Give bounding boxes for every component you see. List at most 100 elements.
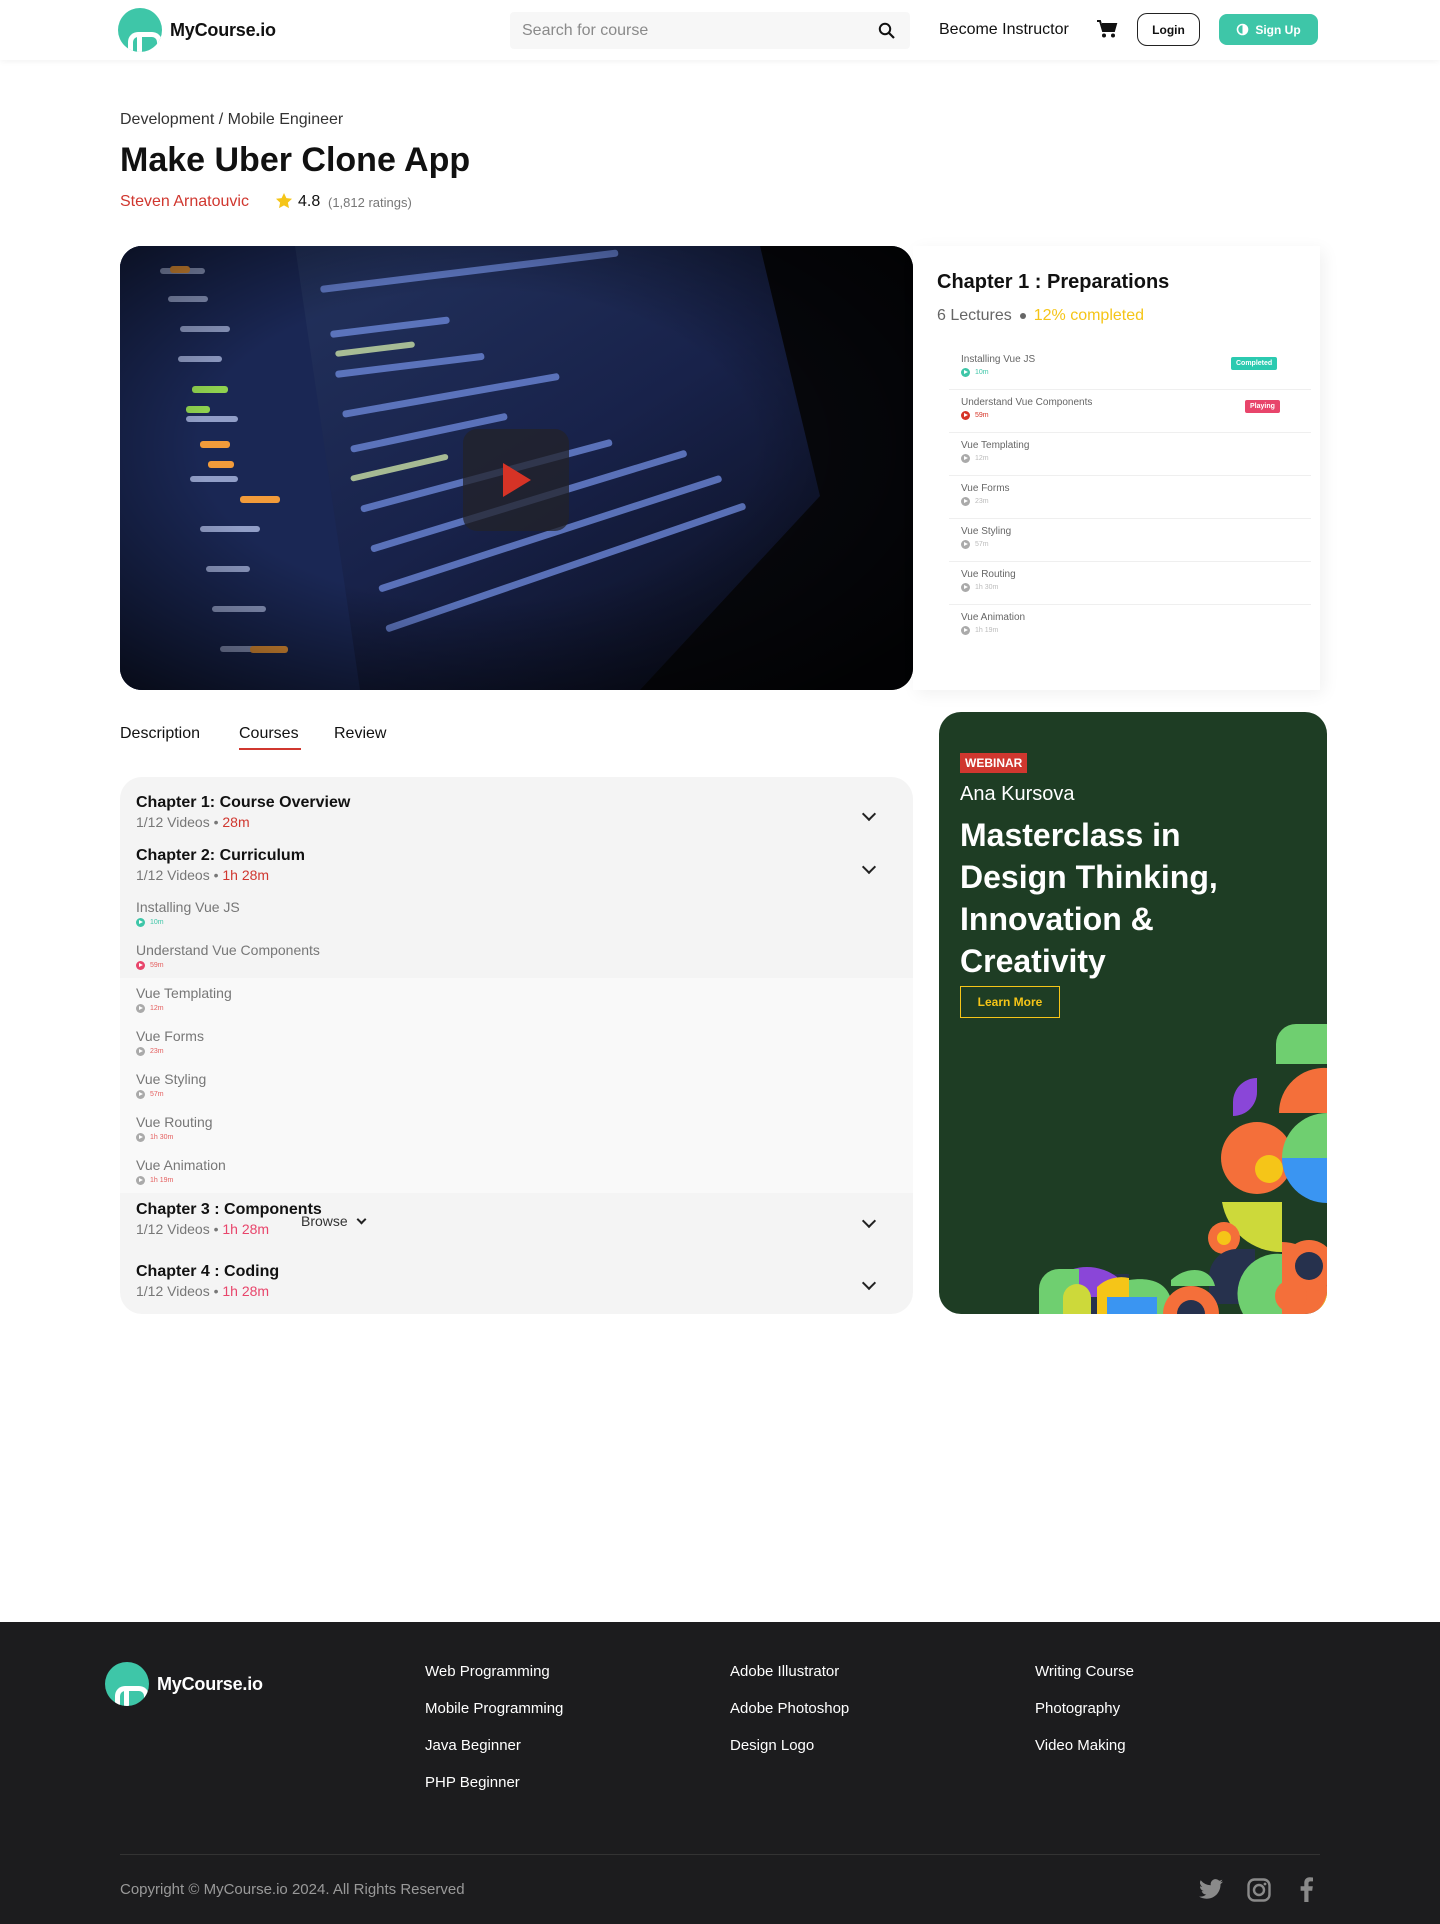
chevron-down-icon	[356, 1214, 367, 1224]
chapter-meta: 1/12 Videos • 28m	[136, 814, 250, 830]
lecture-title: Vue Routing	[136, 1114, 213, 1130]
separator-dot	[1019, 313, 1026, 319]
tab-courses[interactable]: Courses	[239, 725, 299, 743]
tab-review[interactable]: Review	[334, 725, 386, 743]
login-button[interactable]: Login	[1137, 13, 1200, 46]
footer-link[interactable]: Video Making	[1035, 1737, 1126, 1754]
breadcrumb[interactable]: Development / Mobile Engineer	[120, 111, 343, 129]
footer-link[interactable]: Adobe Photoshop	[730, 1700, 849, 1717]
chevron-down-icon[interactable]	[861, 1275, 877, 1291]
lecture-item[interactable]: Vue Routing 1h 30m	[949, 563, 1311, 605]
playing-badge: Playing	[1245, 400, 1280, 413]
instagram-icon[interactable]	[1247, 1878, 1271, 1902]
lecture-item[interactable]: Vue Animation 1h 19m	[136, 1157, 226, 1185]
lecture-duration-text: 10m	[975, 369, 989, 376]
chevron-down-icon[interactable]	[861, 806, 877, 822]
lecture-duration-text: 12m	[975, 455, 989, 462]
lecture-duration-text: 59m	[975, 412, 989, 419]
decorative-shapes	[1039, 1024, 1327, 1314]
logo-icon	[105, 1662, 149, 1706]
chapter-duration: 28m	[222, 814, 250, 830]
footer-link[interactable]: Adobe Illustrator	[730, 1663, 839, 1680]
page-title: Make Uber Clone App	[120, 141, 471, 179]
chapter-duration: 1h 28m	[222, 1221, 270, 1237]
lecture-title: Vue Forms	[961, 483, 1010, 494]
lecture-duration: 23m	[961, 497, 989, 506]
footer-link[interactable]: Java Beginner	[425, 1737, 521, 1754]
tab-description[interactable]: Description	[120, 725, 200, 743]
search-icon[interactable]	[878, 22, 895, 39]
facebook-icon[interactable]	[1300, 1877, 1313, 1902]
lecture-duration: 59m	[136, 961, 320, 970]
lecture-title: Vue Templating	[961, 440, 1030, 451]
lecture-title: Installing Vue JS	[136, 899, 240, 915]
rating-value: 4.8	[298, 193, 321, 210]
play-icon	[961, 411, 970, 420]
logo-icon	[118, 8, 162, 52]
chapter-title[interactable]: Chapter 4 : Coding	[136, 1263, 279, 1281]
lecture-duration: 1h 30m	[136, 1133, 213, 1142]
footer-link[interactable]: Mobile Programming	[425, 1700, 563, 1717]
logo[interactable]: MyCourse.io	[118, 8, 276, 52]
footer-link[interactable]: Web Programming	[425, 1663, 550, 1680]
chevron-down-icon[interactable]	[861, 859, 877, 875]
play-icon	[503, 463, 531, 497]
lecture-item[interactable]: Vue Forms 23m	[949, 477, 1311, 519]
lecture-duration-text: 1h 19m	[150, 1177, 174, 1184]
footer-link[interactable]: PHP Beginner	[425, 1774, 520, 1791]
lecture-item[interactable]: Installing Vue JS 10m	[136, 899, 240, 927]
footer-link[interactable]: Writing Course	[1035, 1663, 1134, 1680]
signup-button[interactable]: Sign Up	[1219, 14, 1318, 45]
lecture-item[interactable]: Vue Animation 1h 19m	[949, 606, 1311, 648]
play-icon	[961, 497, 970, 506]
lecture-item[interactable]: Vue Styling 57m	[949, 520, 1311, 562]
lecture-title: Understand Vue Components	[136, 942, 320, 958]
chapter-title[interactable]: Chapter 3 : Components	[136, 1201, 322, 1219]
chapter-meta: 1/12 Videos • 1h 28m	[136, 867, 269, 883]
chapter-duration: 1h 28m	[222, 867, 270, 883]
lecture-title: Vue Animation	[961, 612, 1026, 623]
lecture-item[interactable]: Vue Styling 57m	[136, 1071, 206, 1099]
lecture-item[interactable]: Vue Forms 23m	[136, 1028, 204, 1056]
active-tab-indicator	[239, 748, 301, 750]
lecture-title: Vue Animation	[136, 1157, 226, 1173]
webinar-card: WEBINAR Ana Kursova Masterclass in Desig…	[939, 712, 1327, 1314]
browse-label: Browse	[301, 1213, 348, 1229]
lecture-title: Understand Vue Components	[961, 397, 1093, 408]
lecture-item[interactable]: Understand Vue Components 59m	[136, 942, 320, 970]
search-input[interactable]	[510, 12, 910, 49]
chapter-video-count: 1/12 Videos •	[136, 1221, 219, 1237]
twitter-icon[interactable]	[1199, 1879, 1224, 1900]
footer-link[interactable]: Design Logo	[730, 1737, 814, 1754]
lecture-duration-text: 57m	[975, 541, 989, 548]
ratings-count: (1,812 ratings)	[328, 195, 412, 210]
lecture-item[interactable]: Vue Routing 1h 30m	[136, 1114, 213, 1142]
author-link[interactable]: Steven Arnatouvic	[120, 193, 249, 211]
copyright: Copyright © MyCourse.io 2024. All Rights…	[120, 1881, 465, 1898]
chapter-title[interactable]: Chapter 2: Curriculum	[136, 847, 305, 865]
browse-dropdown[interactable]: Browse	[301, 1213, 367, 1229]
lecture-title: Vue Forms	[136, 1028, 204, 1044]
lecture-duration-text: 10m	[150, 919, 164, 926]
play-icon	[961, 583, 970, 592]
chapter-title[interactable]: Chapter 1: Course Overview	[136, 794, 350, 812]
lecture-item[interactable]: Installing Vue JS 10m Completed	[949, 348, 1311, 390]
chevron-down-icon[interactable]	[861, 1213, 877, 1229]
play-icon	[961, 626, 970, 635]
lecture-item[interactable]: Vue Templating 12m	[949, 434, 1311, 476]
cart-icon[interactable]	[1096, 19, 1118, 39]
lecture-item[interactable]: Understand Vue Components 59m Playing	[949, 391, 1311, 433]
footer-link[interactable]: Photography	[1035, 1700, 1120, 1717]
lecture-duration: 57m	[961, 540, 989, 549]
webinar-title: Masterclass in Design Thinking, Innovati…	[960, 817, 1218, 979]
lecture-duration: 12m	[961, 454, 989, 463]
play-button[interactable]	[463, 429, 569, 531]
lecture-title: Vue Routing	[961, 569, 1016, 580]
lecture-item[interactable]: Vue Templating 12m	[136, 985, 232, 1013]
lecture-list-bg	[120, 978, 913, 1193]
video-player[interactable]	[120, 246, 913, 690]
logo-text: MyCourse.io	[170, 19, 276, 40]
footer-logo[interactable]: MyCourse.io	[105, 1662, 263, 1706]
webinar-badge: WEBINAR	[960, 753, 1028, 773]
become-instructor-link[interactable]: Become Instructor	[939, 21, 1069, 39]
